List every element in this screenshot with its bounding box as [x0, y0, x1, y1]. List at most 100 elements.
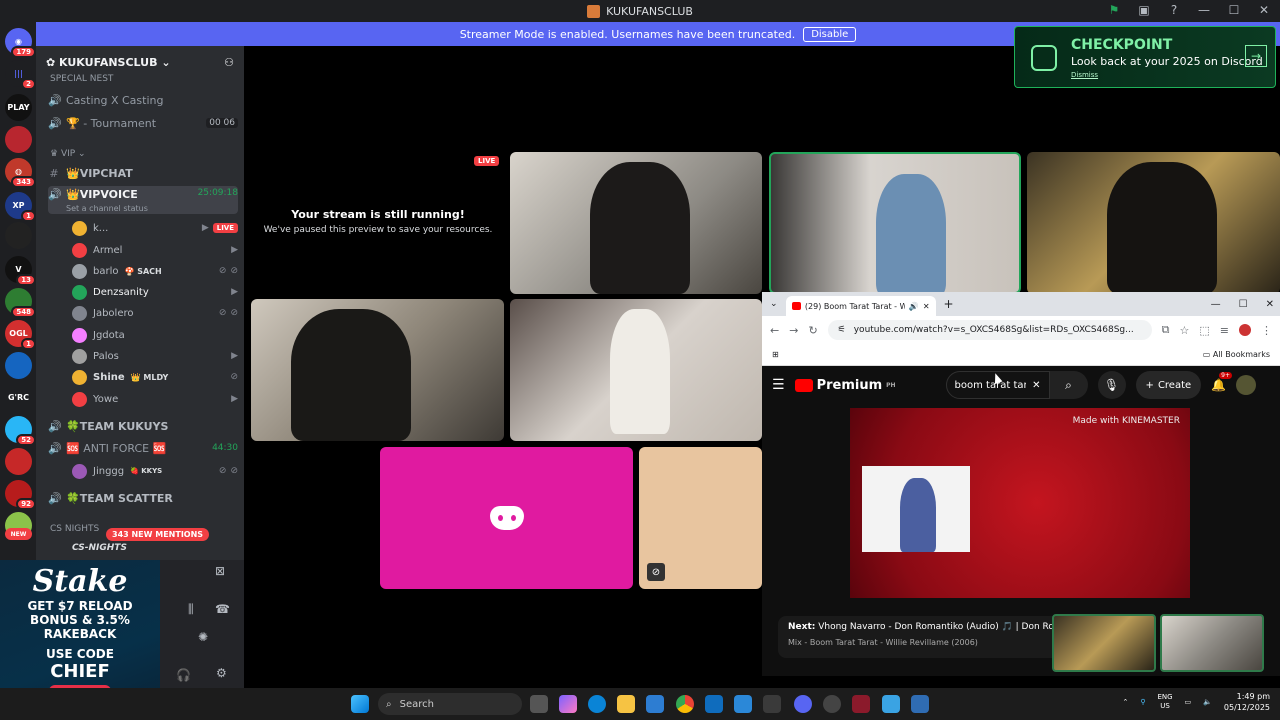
install-icon[interactable]: ⧉ — [1162, 323, 1170, 337]
server-icon[interactable]: XP 1 — [5, 192, 36, 222]
checkpoint-promo[interactable]: CHECKPOINT Look back at your 2025 on Dis… — [1014, 26, 1276, 88]
channel-vipchat[interactable]: # 👑VIPCHAT — [48, 163, 238, 183]
help-icon[interactable]: ? — [1166, 2, 1182, 18]
server-icon[interactable] — [5, 126, 32, 153]
voice-user[interactable]: Shine 👑 MLDY ⊘ — [72, 367, 238, 387]
channel-team-kukuys[interactable]: 🔊 🍀TEAM KUKUYS — [48, 416, 238, 436]
app-icon[interactable] — [823, 695, 841, 713]
dismiss-link[interactable]: Dismiss — [1071, 71, 1098, 79]
voice-user[interactable]: Palos ▶ — [72, 346, 238, 366]
search-button[interactable]: ⌕ — [1049, 371, 1088, 399]
server-icon[interactable] — [5, 448, 32, 475]
back-icon[interactable]: ← — [770, 324, 779, 337]
tab-close-icon[interactable]: ✕ — [923, 302, 930, 311]
screen-share-icon[interactable]: ⊠ — [215, 564, 225, 578]
server-icon[interactable]: ||| 2 — [5, 60, 36, 90]
video-tile[interactable] — [251, 299, 504, 441]
activity-icon[interactable]: ✺ — [198, 630, 208, 644]
edge-icon[interactable] — [588, 695, 606, 713]
account-avatar[interactable] — [1236, 375, 1257, 395]
task-view-icon[interactable] — [530, 695, 548, 713]
server-icon[interactable]: ◍ 343 — [5, 158, 36, 188]
discord-avatar-tile[interactable] — [380, 447, 633, 589]
add-member-icon[interactable]: ⚇ — [224, 56, 234, 69]
new-server-badge[interactable]: NEW — [5, 528, 32, 540]
start-button[interactable] — [351, 695, 369, 713]
extensions-icon[interactable]: ⬚ — [1199, 324, 1209, 337]
menu-icon[interactable]: ⋮ — [1261, 324, 1272, 337]
voice-user[interactable]: Yowe ▶ — [72, 389, 238, 409]
video-tile[interactable]: ⊘ — [639, 447, 762, 589]
tray-chevron-icon[interactable]: ⌃ — [1122, 698, 1128, 706]
taskbar-search[interactable]: ⌕ Search — [378, 693, 522, 715]
youtube-logo[interactable]: Premium PH — [794, 378, 896, 393]
server-icon[interactable] — [5, 222, 32, 249]
video-player[interactable]: Made with KINEMASTER — [850, 408, 1190, 598]
maximize-icon[interactable]: ☐ — [1226, 2, 1242, 18]
reload-icon[interactable]: ↻ — [808, 324, 817, 337]
voice-user[interactable]: Armel ▶ — [72, 240, 238, 260]
file-explorer-icon[interactable] — [617, 695, 635, 713]
app-icon[interactable] — [763, 695, 781, 713]
calculator-icon[interactable] — [911, 695, 929, 713]
all-bookmarks[interactable]: ▭ All Bookmarks — [1203, 350, 1270, 359]
category-special-nest[interactable]: SPECIAL NEST — [50, 74, 113, 84]
video-tile[interactable] — [769, 152, 1021, 294]
clock[interactable]: 1:49 pm 05/12/2025 — [1224, 691, 1270, 713]
site-info-icon[interactable]: ⚟ — [838, 325, 846, 335]
headset-icon[interactable]: 🎧 — [176, 668, 191, 682]
category-vip[interactable]: ♛ VIP ⌄ — [50, 149, 86, 159]
close-icon[interactable]: ✕ — [1256, 2, 1272, 18]
discord-icon[interactable] — [794, 695, 812, 713]
voice-user[interactable]: Jgdota — [72, 325, 238, 345]
voice-user[interactable]: Jinggg 🍓 KKYS ⊘ ⊘ — [72, 461, 238, 481]
bookmark-star-icon[interactable]: ☆ — [1180, 324, 1190, 337]
hamburger-menu-icon[interactable]: ☰ — [772, 377, 785, 393]
inbox-icon[interactable]: ▣ — [1136, 2, 1152, 18]
browser-tab[interactable]: (29) Boom Tarat Tarat - Wil 🔊 ✕ — [785, 296, 936, 316]
tab-list-icon[interactable]: ⌄ — [770, 299, 778, 309]
channel-status[interactable]: Set a channel status — [66, 204, 148, 213]
category-cs-nights[interactable]: CS NIGHTS — [50, 524, 99, 534]
thumbnail[interactable] — [1160, 614, 1264, 672]
thumbnail[interactable] — [1052, 614, 1156, 672]
notifications-icon[interactable]: 🔔 9+ — [1211, 372, 1233, 392]
voice-user[interactable]: Jabolero ⊘ ⊘ — [72, 303, 238, 323]
maximize-icon[interactable]: ☐ — [1239, 299, 1248, 310]
server-icon[interactable]: PLAY — [5, 94, 32, 121]
channel-tournament[interactable]: 🔊 🏆 - Tournament 00 06 — [48, 113, 238, 133]
channel-casting[interactable]: 🔊 Casting X Casting — [48, 90, 238, 110]
profile-icon[interactable] — [1239, 324, 1251, 336]
server-icon[interactable]: G'RC — [5, 384, 32, 411]
audio-icon[interactable]: 🔊 — [909, 302, 919, 311]
channel-team-scatter[interactable]: 🔊 🍀TEAM SCATTER — [48, 488, 238, 508]
notepad-icon[interactable] — [882, 695, 900, 713]
outlook-icon[interactable] — [705, 695, 723, 713]
video-tile[interactable] — [510, 152, 762, 294]
create-button[interactable]: + Create — [1135, 371, 1202, 399]
new-mentions-pill[interactable]: 343 NEW MENTIONS — [106, 528, 210, 541]
forward-icon[interactable]: → — [789, 324, 798, 337]
tray-app-icon[interactable]: ⚲ — [1140, 698, 1145, 706]
clear-search-icon[interactable]: ✕ — [1032, 380, 1040, 391]
chrome-icon[interactable] — [676, 695, 694, 713]
disable-button[interactable]: Disable — [803, 26, 857, 42]
copilot-icon[interactable] — [559, 695, 577, 713]
settings-gear-icon[interactable]: ⚙ — [216, 666, 227, 680]
app-icon[interactable] — [852, 695, 870, 713]
server-icon[interactable]: 548 — [5, 288, 36, 318]
close-icon[interactable]: ✕ — [1266, 299, 1274, 310]
channel-anti-force[interactable]: 🔊 🆘 ANTI FORCE 🆘 44:30 — [48, 438, 238, 458]
media-icon[interactable]: ≡ — [1220, 324, 1229, 337]
server-icon[interactable] — [5, 352, 32, 379]
disconnect-icon[interactable]: ☎ — [215, 602, 230, 616]
minimize-icon[interactable]: — — [1211, 299, 1221, 310]
home-button[interactable]: ◉ 179 — [5, 28, 36, 58]
new-tab-icon[interactable]: + — [944, 297, 954, 311]
minimize-icon[interactable]: — — [1196, 2, 1212, 18]
channel-vipvoice[interactable]: 🔊 👑VIPVOICE Set a channel status 25:09:18 — [48, 186, 238, 214]
server-icon[interactable]: OGL 1 — [5, 320, 36, 350]
voice-search-button[interactable]: 🎙 — [1097, 371, 1126, 399]
video-tile[interactable] — [510, 299, 762, 441]
language-indicator[interactable]: ENG US — [1157, 693, 1172, 711]
